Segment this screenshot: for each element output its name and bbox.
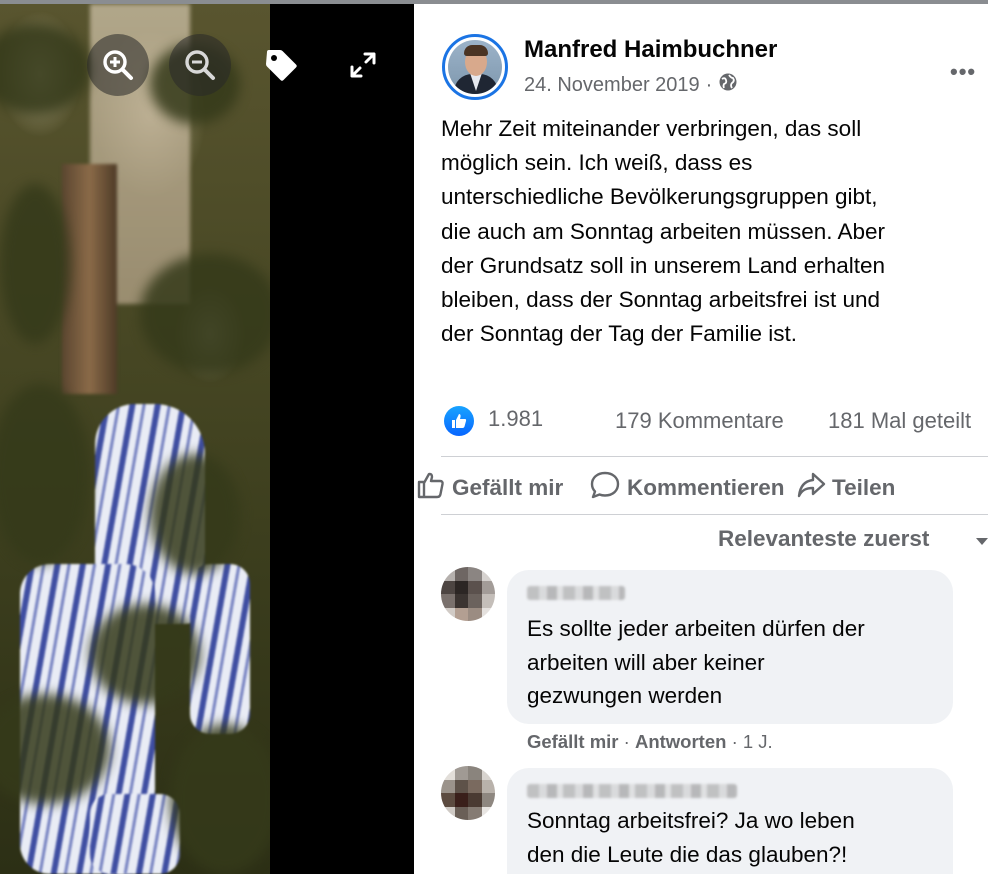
post-text-line: bleiben, dass der Sonntag arbeitsfrei is… [441, 287, 881, 313]
comment-count[interactable]: 179 Kommentare [615, 408, 784, 434]
meta-separator: · [705, 73, 713, 96]
comment-text: Sonntag arbeitsfrei? Ja wo leben den die… [527, 804, 855, 871]
globe-icon [718, 72, 738, 98]
more-options-icon[interactable]: ••• [950, 59, 976, 85]
author-name[interactable]: Manfred Haimbuchner [524, 36, 777, 64]
comment-age[interactable]: 1 J. [743, 731, 773, 752]
post-text-line: möglich sein. Ich weiß, dass es [441, 150, 753, 176]
comment-text-line: Sonntag arbeitsfrei? Ja wo leben [527, 808, 855, 833]
like-button-label: Gefällt mir [452, 475, 564, 500]
zoom-out-icon [183, 48, 217, 82]
zoom-out-button[interactable] [169, 34, 231, 96]
like-button[interactable]: Gefällt mir [416, 470, 563, 506]
comment-actions: Gefällt mir · Antworten · 1 J. [527, 731, 773, 752]
comment-text: Es sollte jeder arbeiten dürfen der arbe… [527, 612, 865, 713]
comment-sort-dropdown[interactable]: Relevanteste zuerst [718, 526, 929, 552]
post-text-line: Mehr Zeit miteinander verbringen, das so… [441, 116, 862, 141]
commenter-name[interactable] [527, 784, 737, 798]
comment-bubble-icon [589, 470, 627, 506]
post-date[interactable]: 24. November 2019 [524, 74, 700, 97]
thumbs-up-icon [416, 470, 452, 506]
divider [441, 456, 988, 457]
post-text-line: unterschiedliche Bevölkerungsgruppen gib… [441, 184, 878, 210]
reaction-stats: 1.981 179 Kommentare 181 Mal geteilt [442, 404, 988, 440]
zoom-in-button[interactable] [87, 34, 149, 96]
fullscreen-button[interactable] [332, 34, 394, 96]
expand-icon [348, 50, 378, 80]
commenter-name[interactable] [527, 586, 625, 600]
comment-bubble: Es sollte jeder arbeiten dürfen der arbe… [507, 570, 953, 724]
commenter-avatar[interactable] [441, 567, 495, 621]
comment-text-line: arbeiten will aber keiner [527, 649, 765, 675]
window-top-border [0, 0, 988, 4]
zoom-in-icon [101, 48, 135, 82]
comment-text-line: gezwungen werden [527, 683, 723, 708]
post-photo[interactable] [0, 4, 270, 874]
post-text-line: der Sonntag der Tag der Familie ist. [441, 321, 798, 347]
comment-button[interactable]: Kommentieren [589, 470, 785, 506]
comment-reply-link[interactable]: Antworten [635, 731, 726, 752]
share-button-label: Teilen [832, 475, 896, 500]
like-count[interactable]: 1.981 [488, 406, 543, 432]
chevron-down-icon[interactable] [976, 538, 988, 545]
post-text-line: der Grundsatz soll in unserem Land erhal… [441, 252, 886, 278]
comment-text-line: Es sollte jeder arbeiten dürfen der [527, 616, 865, 641]
share-arrow-icon [796, 470, 832, 506]
tag-icon [263, 47, 299, 83]
commenter-avatar[interactable] [441, 766, 495, 820]
post-meta: 24. November 2019 · [524, 72, 738, 98]
share-count[interactable]: 181 Mal geteilt [828, 408, 971, 434]
share-button[interactable]: Teilen [796, 470, 895, 506]
comment-text-line: den die Leute die das glauben?! [527, 841, 848, 867]
post-text-line: die auch am Sonntag arbeiten müssen. Abe… [441, 218, 886, 244]
post-action-bar: Gefällt mir Kommentieren Teilen [414, 462, 988, 518]
comment-bubble: Sonntag arbeitsfrei? Ja wo leben den die… [507, 768, 953, 874]
post-panel: Manfred Haimbuchner 24. November 2019 · … [414, 4, 988, 874]
tag-photo-button[interactable] [250, 34, 312, 96]
comment-button-label: Kommentieren [627, 475, 785, 500]
photo-viewer [0, 4, 414, 874]
post-text: Mehr Zeit miteinander verbringen, das so… [441, 112, 981, 351]
comment-like-link[interactable]: Gefällt mir [527, 731, 619, 752]
author-avatar[interactable] [442, 34, 508, 100]
like-reaction-icon[interactable] [444, 406, 474, 436]
divider [441, 514, 988, 515]
